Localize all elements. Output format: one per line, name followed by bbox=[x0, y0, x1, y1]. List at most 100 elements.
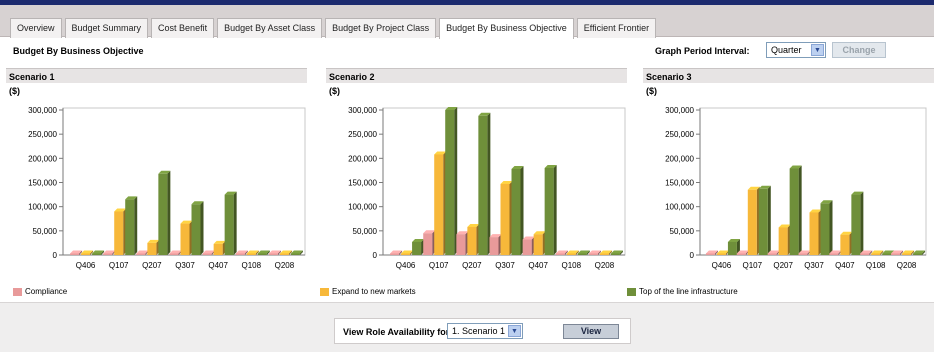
bar-expand-to-new-markets-q207 bbox=[147, 242, 157, 255]
x-tick-label: Q407 bbox=[528, 261, 548, 270]
x-tick-label: Q307 bbox=[804, 261, 824, 270]
change-button[interactable]: Change bbox=[832, 42, 886, 58]
x-tick-label: Q108 bbox=[561, 261, 581, 270]
scenario-1-panel: Scenario 1 ($) 0 50,000 100,000 150,000 200,… bbox=[6, 68, 307, 277]
x-tick-label: Q207 bbox=[462, 261, 482, 270]
y-tick-label: 50,000 bbox=[670, 227, 695, 236]
view-button[interactable]: View bbox=[563, 324, 619, 339]
bar-top-of-the-line-infrastructure-q307 bbox=[511, 168, 521, 255]
bar-expand-to-new-markets-q107 bbox=[747, 189, 757, 255]
x-tick-label: Q208 bbox=[897, 261, 917, 270]
bar-expand-to-new-markets-q208 bbox=[902, 253, 912, 255]
chevron-down-icon[interactable]: ▼ bbox=[811, 44, 824, 56]
y-tick-label: 0 bbox=[690, 251, 695, 260]
tab-efficient-frontier[interactable]: Efficient Frontier bbox=[576, 18, 657, 38]
x-tick-label: Q107 bbox=[429, 261, 449, 270]
legend-label-expand-to-new-markets: Expand to new markets bbox=[332, 287, 416, 296]
x-tick-label: Q108 bbox=[866, 261, 886, 270]
bar-top-of-the-line-infrastructure-q107-side bbox=[454, 107, 458, 255]
bar-top-of-the-line-infrastructure-q208 bbox=[290, 253, 300, 255]
y-tick-label: 300,000 bbox=[348, 106, 377, 115]
y-tick-label: 50,000 bbox=[353, 227, 378, 236]
x-tick-label: Q406 bbox=[76, 261, 96, 270]
bar-top-of-the-line-infrastructure-q307 bbox=[191, 204, 201, 255]
tab-budget-summary[interactable]: Budget Summary bbox=[64, 18, 149, 38]
bar-top-of-the-line-infrastructure-q407-side bbox=[553, 165, 557, 255]
scenario-2-chart: 0 50,000 100,000 150,000 200,000 250,000 300,0… bbox=[348, 106, 626, 270]
tab-budget-by-business-objective[interactable]: Budget By Business Objective bbox=[439, 18, 574, 39]
x-tick-label: Q108 bbox=[241, 261, 261, 270]
legend-label-compliance: Compliance bbox=[25, 287, 68, 296]
bar-compliance-q407 bbox=[202, 253, 212, 255]
bar-compliance-q207 bbox=[767, 253, 777, 255]
bar-top-of-the-line-infrastructure-q406 bbox=[92, 253, 102, 255]
bar-top-of-the-line-infrastructure-q407 bbox=[544, 168, 554, 255]
scenario-3-title: Scenario 3 bbox=[643, 68, 934, 83]
bar-top-of-the-line-infrastructure-q108 bbox=[882, 253, 892, 255]
scenario-3-panel: Scenario 3 ($) 0 50,000 100,000 150,000 200,… bbox=[643, 68, 934, 277]
x-tick-label: Q208 bbox=[275, 261, 295, 270]
bar-top-of-the-line-infrastructure-q407-side bbox=[860, 191, 864, 255]
scenario-2-unit: ($) bbox=[329, 86, 340, 96]
bar-expand-to-new-markets-q208 bbox=[279, 253, 289, 255]
bar-top-of-the-line-infrastructure-q207 bbox=[158, 173, 168, 255]
bar-expand-to-new-markets-q406 bbox=[81, 253, 91, 255]
bar-top-of-the-line-infrastructure-q406 bbox=[727, 241, 737, 255]
bar-top-of-the-line-infrastructure-q407-side bbox=[233, 191, 237, 255]
bar-expand-to-new-markets-q108 bbox=[566, 253, 576, 255]
bar-top-of-the-line-infrastructure-q207 bbox=[478, 115, 488, 255]
bar-top-of-the-line-infrastructure-q108 bbox=[257, 253, 267, 255]
scenario-1-unit: ($) bbox=[9, 86, 20, 96]
scenario-3-unit: ($) bbox=[646, 86, 657, 96]
y-tick-label: 150,000 bbox=[348, 179, 377, 188]
bar-top-of-the-line-infrastructure-q207-side bbox=[487, 112, 491, 255]
scenario-1-chart: 0 50,000 100,000 150,000 200,000 250,000 300,0… bbox=[28, 106, 306, 270]
y-tick-label: 200,000 bbox=[348, 154, 377, 163]
bar-top-of-the-line-infrastructure-q208 bbox=[610, 253, 620, 255]
bar-compliance-q307 bbox=[489, 237, 499, 255]
scenario-select[interactable]: 1. Scenario 1 ▼ bbox=[447, 323, 523, 339]
y-tick-label: 300,000 bbox=[665, 106, 694, 115]
x-tick-label: Q406 bbox=[396, 261, 416, 270]
title-bar: Budget By Business Objective Graph Perio… bbox=[0, 38, 934, 64]
x-tick-label: Q208 bbox=[595, 261, 615, 270]
bar-compliance-q207 bbox=[136, 253, 146, 255]
scenario-2-panel: Scenario 2 ($) 0 50,000 100,000 150,000 200,… bbox=[326, 68, 627, 277]
tab-cost-benefit[interactable]: Cost Benefit bbox=[151, 18, 215, 38]
x-tick-label: Q207 bbox=[773, 261, 793, 270]
chevron-down-icon[interactable]: ▼ bbox=[508, 325, 521, 337]
legend-swatch-expand-to-new-markets bbox=[320, 288, 329, 296]
x-tick-label: Q307 bbox=[495, 261, 515, 270]
tab-budget-by-asset-class[interactable]: Budget By Asset Class bbox=[217, 18, 323, 38]
bar-compliance-q208 bbox=[268, 253, 278, 255]
tab-list: Overview Budget Summary Cost Benefit Bud… bbox=[10, 18, 659, 39]
bar-expand-to-new-markets-q406 bbox=[401, 253, 411, 255]
bar-compliance-q207 bbox=[456, 234, 466, 255]
bar-top-of-the-line-infrastructure-q107-side bbox=[134, 196, 138, 255]
bar-compliance-q407 bbox=[522, 239, 532, 255]
legend-swatch-top-of-the-line-infrastructure bbox=[627, 288, 636, 296]
bar-compliance-q208 bbox=[588, 253, 598, 255]
y-tick-label: 150,000 bbox=[28, 179, 57, 188]
bar-expand-to-new-markets-q107 bbox=[434, 154, 444, 255]
period-interval-select[interactable]: Quarter ▼ bbox=[766, 42, 826, 58]
bar-top-of-the-line-infrastructure-q107 bbox=[125, 199, 135, 255]
bar-top-of-the-line-infrastructure-q107 bbox=[758, 188, 768, 255]
scenario-select-value: 1. Scenario 1 bbox=[452, 326, 506, 336]
bar-top-of-the-line-infrastructure-q406 bbox=[412, 241, 422, 255]
y-tick-label: 250,000 bbox=[665, 130, 694, 139]
bar-expand-to-new-markets-q207 bbox=[467, 226, 477, 255]
bar-expand-to-new-markets-q407 bbox=[533, 234, 543, 255]
y-tick-label: 100,000 bbox=[348, 203, 377, 212]
y-tick-label: 100,000 bbox=[665, 203, 694, 212]
bar-expand-to-new-markets-q207 bbox=[778, 227, 788, 255]
tab-budget-by-project-class[interactable]: Budget By Project Class bbox=[325, 18, 437, 38]
bar-top-of-the-line-infrastructure-q107-side bbox=[767, 185, 771, 255]
bar-top-of-the-line-infrastructure-q207-side bbox=[167, 170, 171, 255]
tab-overview[interactable]: Overview bbox=[10, 18, 62, 38]
bar-top-of-the-line-infrastructure-q207 bbox=[789, 168, 799, 255]
scenario-1-title: Scenario 1 bbox=[6, 68, 307, 83]
bar-top-of-the-line-infrastructure-q207-side bbox=[798, 165, 802, 255]
bar-compliance-q107 bbox=[103, 253, 113, 255]
period-interval-value: Quarter bbox=[771, 45, 802, 55]
